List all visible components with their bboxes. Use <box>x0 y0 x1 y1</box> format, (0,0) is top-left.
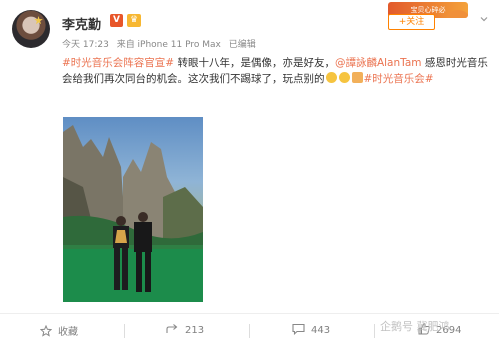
mention-link[interactable]: @譚詠麟AlanTam <box>335 57 422 69</box>
member-crown-icon: ♛ <box>127 14 141 27</box>
user-avatar[interactable] <box>12 10 50 48</box>
star-icon <box>39 324 53 337</box>
follow-button[interactable]: +关注 <box>388 14 435 30</box>
divider <box>374 324 375 338</box>
laugh-emoji-icon <box>325 72 337 83</box>
user-name[interactable]: 李克勤 <box>62 14 101 33</box>
verified-badge-icon: V <box>110 14 123 27</box>
hashtag-link[interactable]: #时光音乐会# <box>364 73 434 85</box>
forward-count: 213 <box>185 325 205 336</box>
hashtag-link[interactable]: #时光音乐会阵容官宣# <box>62 57 174 69</box>
post-source: 来自 iPhone 11 Pro Max <box>116 40 221 50</box>
ad-banner-ball <box>446 10 468 18</box>
post-photo[interactable] <box>63 117 203 302</box>
grin-emoji-icon <box>338 72 350 83</box>
comment-count: 443 <box>311 325 331 336</box>
post-time[interactable]: 今天 17:23 <box>62 40 109 50</box>
favorite-button[interactable]: 收藏 <box>39 323 78 338</box>
divider <box>249 324 250 338</box>
thumbs-up-icon <box>351 72 363 83</box>
post-edited[interactable]: 已编辑 <box>229 40 256 50</box>
avatar-star-decoration <box>34 16 43 25</box>
chevron-down-icon[interactable] <box>478 14 490 26</box>
post-text-segment: 转眼十八年，是偶像，亦是好友， <box>174 57 335 69</box>
watermark: 企鹅号 冀肥鸿 <box>380 320 450 333</box>
favorite-label: 收藏 <box>58 327 78 338</box>
divider <box>124 324 125 338</box>
ad-banner-text: 宝贝心碎必 <box>410 6 446 14</box>
forward-icon <box>166 324 178 333</box>
comment-icon <box>292 323 305 336</box>
post-text: #时光音乐会阵容官宣# 转眼十八年，是偶像，亦是好友，@譚詠麟AlanTam 感… <box>62 55 490 87</box>
forward-button[interactable]: 213 <box>166 323 204 336</box>
comment-button[interactable]: 443 <box>292 323 330 336</box>
post-meta: 今天 17:23 来自 iPhone 11 Pro Max 已编辑 <box>62 37 261 50</box>
weibo-post-card: 李克勤 V ♛ 今天 17:23 来自 iPhone 11 Pro Max 已编… <box>0 0 499 347</box>
photo-scene <box>63 125 203 302</box>
